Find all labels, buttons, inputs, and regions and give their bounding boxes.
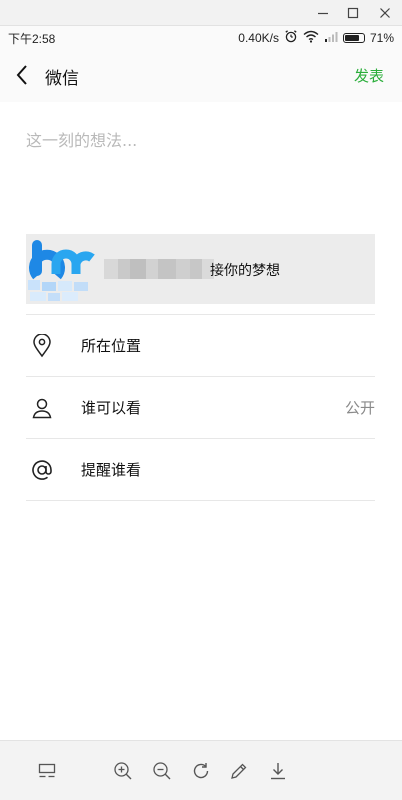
location-label: 所在位置 [81, 337, 142, 355]
rotate-icon[interactable] [189, 759, 213, 783]
status-time: 下午2:58 [8, 32, 56, 46]
layout-icon[interactable] [35, 759, 59, 783]
location-row[interactable]: 所在位置 [26, 314, 375, 376]
minimize-icon[interactable] [308, 0, 338, 26]
link-thumbnail-logo [26, 234, 96, 304]
blurred-text [104, 259, 214, 279]
maximize-icon[interactable] [338, 0, 368, 26]
signal-icon [324, 30, 338, 45]
status-bar: 下午2:58 0.40K/s 71% [0, 26, 402, 48]
publish-button[interactable]: 发表 [354, 65, 384, 86]
window-title-bar [0, 0, 402, 26]
wifi-icon [303, 30, 319, 46]
download-icon[interactable] [266, 759, 290, 783]
battery-percent: 71% [369, 30, 394, 45]
viewer-toolbar [0, 740, 402, 800]
visibility-row[interactable]: 谁可以看 公开 [26, 376, 375, 438]
back-button[interactable] [8, 60, 36, 90]
thought-input[interactable] [26, 120, 376, 160]
divider [26, 500, 375, 501]
location-pin-icon [30, 333, 54, 358]
visibility-value: 公开 [344, 399, 375, 417]
edit-icon[interactable] [227, 759, 251, 783]
close-icon[interactable] [370, 0, 400, 26]
network-speed: 0.40K/s [238, 30, 279, 45]
link-title: 接你的梦想 [210, 263, 280, 279]
zoom-in-icon[interactable] [111, 759, 135, 783]
person-icon [30, 396, 54, 420]
at-sign-icon [30, 458, 54, 482]
mention-label: 提醒谁看 [81, 461, 142, 479]
battery-level-fill [344, 34, 360, 41]
visibility-label: 谁可以看 [81, 399, 142, 417]
zoom-out-icon[interactable] [150, 759, 174, 783]
battery-icon [342, 32, 365, 43]
status-indicators: 0.40K/s 71% [238, 29, 394, 46]
mention-row[interactable]: 提醒谁看 [26, 438, 375, 500]
shared-link-card[interactable]: 接你的梦想 [26, 234, 375, 304]
page-title: 微信 [45, 69, 79, 89]
alarm-icon [284, 29, 298, 46]
nav-bar: 微信 发表 [0, 48, 402, 102]
chevron-left-icon [16, 65, 27, 85]
compose-area: 接你的梦想 所在位置 谁可以看 公开 提醒谁看 [0, 102, 402, 740]
